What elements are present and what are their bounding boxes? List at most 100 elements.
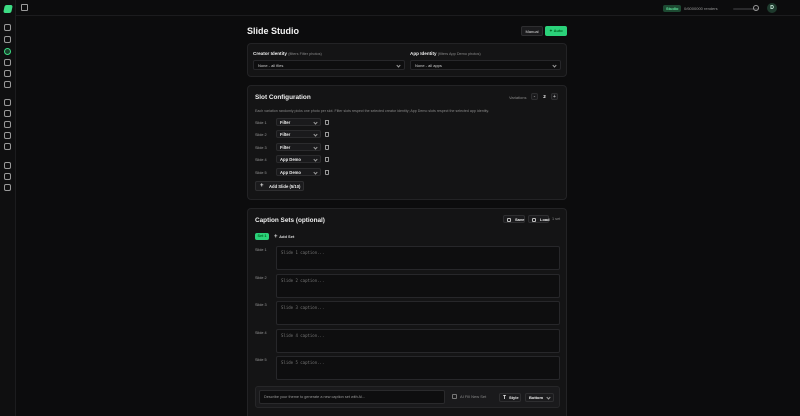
settings-icon[interactable] bbox=[4, 81, 11, 88]
slot-type-select[interactable]: App Demo bbox=[276, 155, 321, 163]
layers-icon[interactable] bbox=[4, 162, 11, 169]
caption-position-select[interactable]: Bottom bbox=[525, 393, 554, 402]
folder-icon[interactable] bbox=[4, 99, 11, 106]
chevron-down-icon bbox=[313, 120, 318, 125]
slot-label: Slide 3 bbox=[255, 146, 267, 150]
trash-icon[interactable] bbox=[325, 170, 329, 175]
app-identity-value: None - all apps bbox=[415, 63, 442, 68]
add-set-button[interactable]: + Add Set bbox=[274, 234, 294, 240]
style-button[interactable]: T Style bbox=[499, 393, 521, 402]
chevron-down-icon bbox=[313, 132, 318, 137]
caption-slide-label: Slide 5 bbox=[255, 358, 267, 362]
nav-rail bbox=[0, 0, 16, 416]
save-button[interactable]: Save bbox=[503, 215, 525, 223]
app-identity-label: App Identity (filters App Demo photos) bbox=[410, 51, 481, 56]
caption-slide-label: Slide 1 bbox=[255, 248, 267, 252]
studio-icon[interactable] bbox=[4, 48, 11, 55]
clock-icon[interactable] bbox=[4, 70, 11, 77]
creator-identity-label: Creator Identity (filters Filter photos) bbox=[253, 51, 322, 56]
top-bar bbox=[16, 0, 800, 16]
plan-badge: Studio bbox=[663, 5, 682, 12]
auto-button[interactable]: ✦ Auto bbox=[545, 26, 567, 36]
caption-input[interactable]: Slide 4 caption... bbox=[276, 329, 560, 353]
chevron-down-icon bbox=[313, 170, 318, 175]
slot-label: Slide 1 bbox=[255, 121, 267, 125]
calendar-icon[interactable] bbox=[4, 121, 11, 128]
app-identity-select[interactable]: None - all apps bbox=[410, 60, 561, 70]
slot-type-select[interactable]: Filter bbox=[276, 118, 321, 126]
caption-slide-label: Slide 2 bbox=[255, 276, 267, 280]
trash-icon[interactable] bbox=[325, 132, 329, 137]
variations-increment-button[interactable]: + bbox=[551, 93, 558, 100]
ai-fill-label: AI Fill New Set bbox=[460, 394, 487, 399]
slot-label: Slide 2 bbox=[255, 133, 267, 137]
creator-identity-hint: (filters Filter photos) bbox=[288, 52, 322, 56]
caption-input[interactable]: Slide 1 caption... bbox=[276, 246, 560, 270]
app-root: Studio 0/6000000 renders D Slide Studio … bbox=[0, 0, 800, 416]
slot-label: Slide 4 bbox=[255, 158, 267, 162]
ai-theme-input[interactable]: Describe your theme to generate a new ca… bbox=[259, 390, 445, 404]
caption-slide-label: Slide 4 bbox=[255, 331, 267, 335]
variations-decrement-button[interactable]: - bbox=[531, 93, 538, 100]
brand-logo-icon bbox=[3, 5, 13, 13]
trash-icon[interactable] bbox=[325, 120, 329, 125]
load-button[interactable]: Load bbox=[528, 215, 550, 223]
grid-icon[interactable] bbox=[4, 24, 11, 31]
caption-position-value: Bottom bbox=[529, 395, 543, 400]
add-slide-label: Add Slide (5/10) bbox=[269, 184, 301, 189]
table-icon[interactable] bbox=[4, 132, 11, 139]
slot-type-value: Filter bbox=[280, 120, 291, 125]
tab-set-1[interactable]: Set 1 bbox=[255, 233, 269, 240]
chevron-down-icon bbox=[552, 63, 557, 68]
trash-icon[interactable] bbox=[325, 145, 329, 150]
add-slide-button[interactable]: + Add Slide (5/10) bbox=[255, 181, 304, 191]
slot-type-value: App Demo bbox=[280, 170, 301, 175]
trash-icon[interactable] bbox=[325, 157, 329, 162]
slot-type-select[interactable]: Filter bbox=[276, 130, 321, 138]
database-icon[interactable] bbox=[4, 184, 11, 191]
text-style-icon: T bbox=[503, 395, 507, 401]
globe-icon[interactable] bbox=[4, 173, 11, 180]
save-label: Save bbox=[515, 217, 525, 222]
slot-config-title: Slot Configuration bbox=[255, 94, 311, 101]
ai-fill-button[interactable]: AI Fill New Set bbox=[452, 394, 486, 399]
add-set-label: Add Set bbox=[279, 234, 295, 239]
auto-button-label: Auto bbox=[553, 28, 563, 33]
slot-label: Slide 5 bbox=[255, 171, 267, 175]
save-icon bbox=[507, 217, 511, 222]
gear-icon[interactable] bbox=[753, 5, 759, 11]
slot-type-value: Filter bbox=[280, 145, 291, 150]
slot-config-description: Each variation randomly picks one photo … bbox=[255, 109, 490, 113]
caption-input[interactable]: Slide 3 caption... bbox=[276, 301, 560, 325]
plus-icon: + bbox=[260, 183, 264, 189]
chevron-down-icon bbox=[313, 157, 318, 162]
caption-input[interactable]: Slide 5 caption... bbox=[276, 356, 560, 380]
chevron-down-icon bbox=[313, 145, 318, 150]
avatar[interactable]: D bbox=[767, 3, 777, 13]
sidebar-toggle-icon[interactable] bbox=[21, 4, 28, 11]
app-identity-title: App Identity bbox=[410, 51, 437, 56]
list-icon[interactable] bbox=[4, 143, 11, 150]
app-identity-hint: (filters App Demo photos) bbox=[437, 52, 481, 56]
creator-identity-select[interactable]: None - all files bbox=[253, 60, 405, 70]
analytics-icon[interactable] bbox=[4, 110, 11, 117]
caption-set-count: 1 set bbox=[552, 217, 561, 221]
caption-sets-title: Caption Sets (optional) bbox=[255, 217, 325, 224]
caption-input[interactable]: Slide 2 caption... bbox=[276, 274, 560, 298]
style-label: Style bbox=[509, 395, 519, 400]
slot-type-value: Filter bbox=[280, 132, 291, 137]
quota-text: 0/6000000 renders bbox=[684, 6, 718, 11]
magic-wand-icon bbox=[452, 394, 457, 399]
video-icon[interactable] bbox=[4, 36, 11, 43]
slot-type-select[interactable]: App Demo bbox=[276, 168, 321, 176]
caption-slide-label: Slide 3 bbox=[255, 303, 267, 307]
manual-button[interactable]: Manual bbox=[521, 26, 543, 36]
folder-icon bbox=[532, 217, 536, 222]
variations-label: Variations bbox=[509, 95, 527, 100]
chevron-down-icon bbox=[546, 395, 551, 400]
slot-type-select[interactable]: Filter bbox=[276, 143, 321, 151]
slot-type-value: App Demo bbox=[280, 157, 301, 162]
document-icon[interactable] bbox=[4, 59, 11, 66]
creator-identity-title: Creator Identity bbox=[253, 51, 287, 56]
chevron-down-icon bbox=[396, 63, 401, 68]
